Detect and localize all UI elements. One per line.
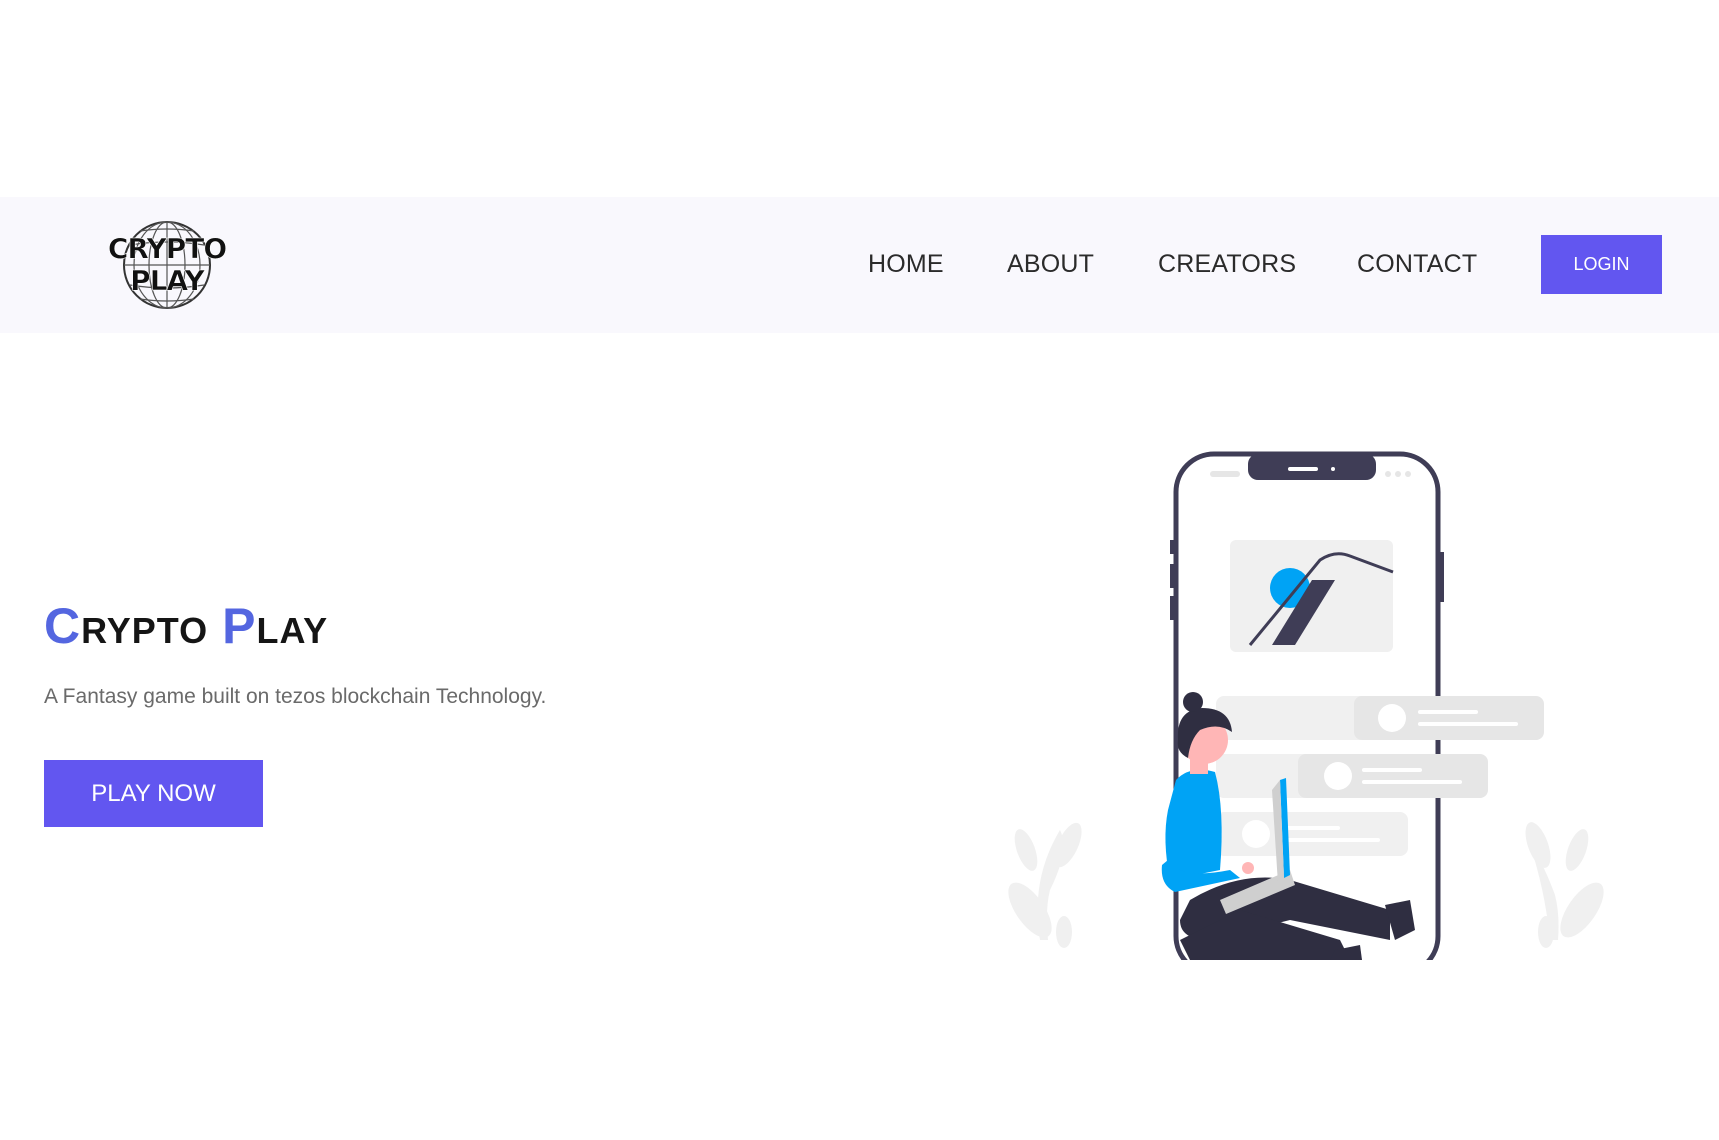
navbar: CRYPTO PLAY HOME ABOUT CREATORS CONTACT … [0, 197, 1719, 333]
nav-about[interactable]: ABOUT [1007, 249, 1094, 279]
play-now-button[interactable]: PLAY NOW [44, 760, 263, 827]
hero-subtitle: A Fantasy game built on tezos blockchain… [44, 685, 547, 708]
logo-line1: CRYPTO [108, 232, 226, 265]
hero-title-rest-1: RYPTO [81, 610, 209, 651]
left-plant-icon [1008, 822, 1082, 948]
crypto-play-logo[interactable]: CRYPTO PLAY [100, 215, 240, 315]
nav-creators[interactable]: CREATORS [1158, 249, 1296, 279]
hero-title: CRYPTO PLAY [44, 596, 328, 661]
right-plant-icon [1525, 822, 1604, 948]
image-card-icon [1230, 540, 1394, 652]
hero-illustration [990, 440, 1630, 977]
message-bubbles-icon [1216, 696, 1544, 856]
logo-line2: PLAY [130, 264, 205, 297]
nav-home[interactable]: HOME [868, 249, 944, 279]
login-button[interactable]: LOGIN [1541, 235, 1662, 294]
hero-title-initial-c: C [44, 598, 82, 654]
hero-title-initial-p: P [222, 598, 257, 654]
hero-title-rest-2: LAY [256, 610, 329, 651]
nav-contact[interactable]: CONTACT [1357, 249, 1477, 279]
